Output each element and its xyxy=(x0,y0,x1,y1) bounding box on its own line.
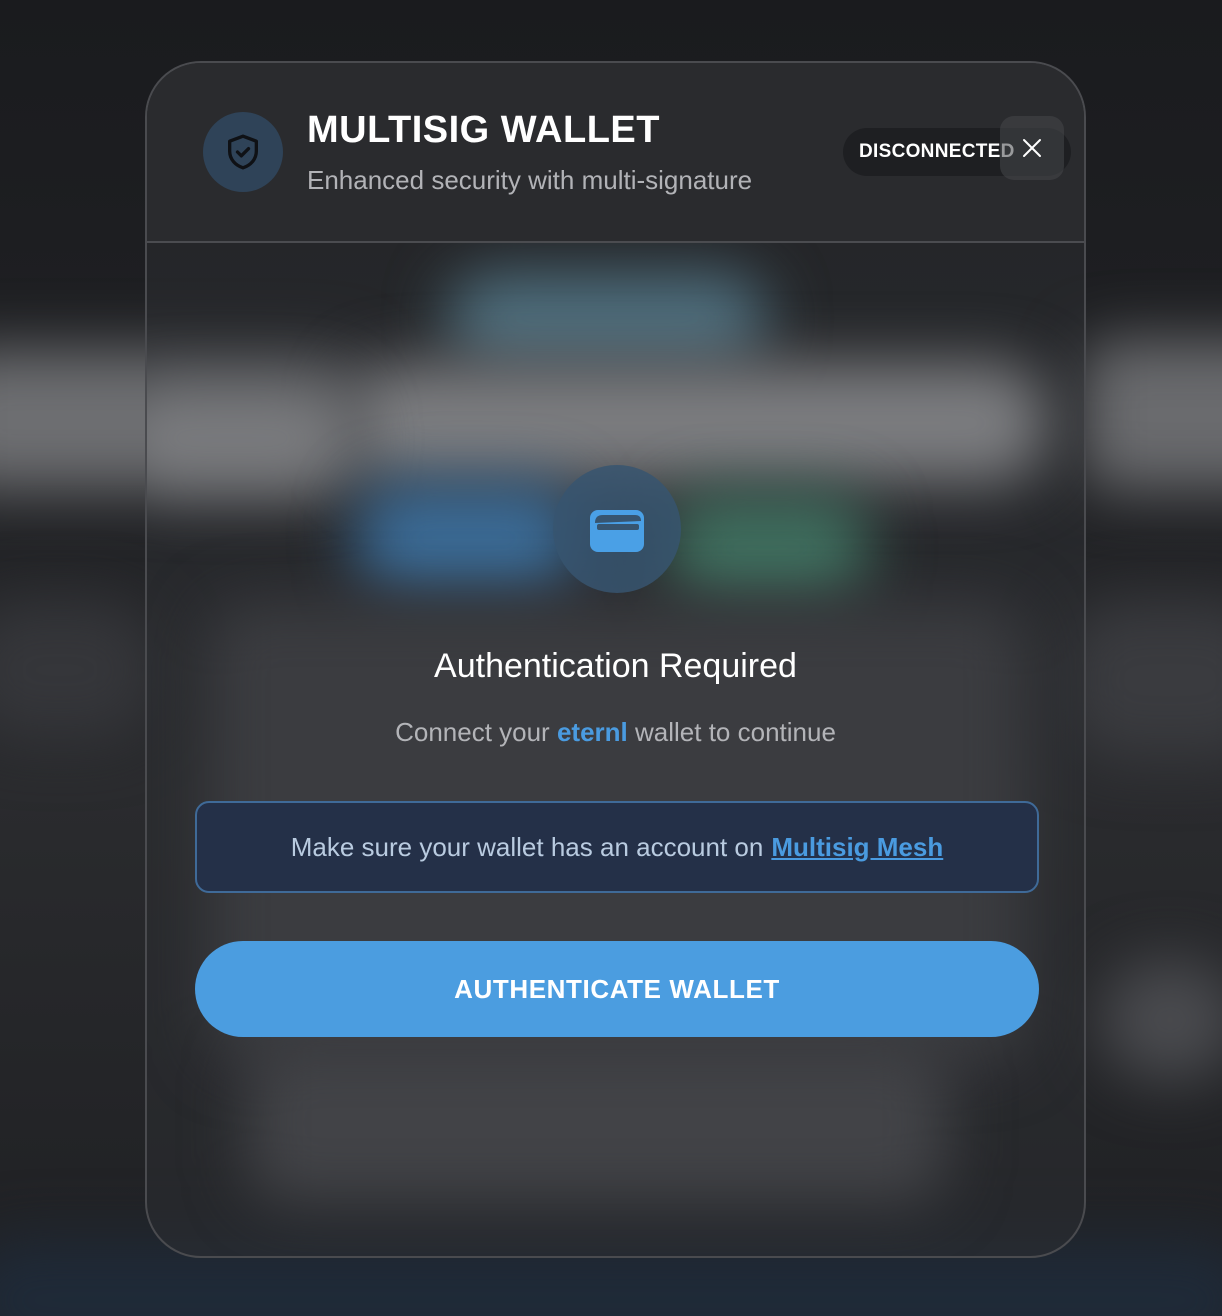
authenticate-wallet-button[interactable]: AUTHENTICATE WALLET xyxy=(195,941,1039,1037)
wallet-icon-badge xyxy=(553,465,681,593)
wallet-name: eternl xyxy=(556,717,628,747)
shield-icon-badge xyxy=(203,112,283,192)
modal-subtitle: Enhanced security with multi-signature xyxy=(307,165,753,195)
auth-subtitle-prefix: Connect your xyxy=(395,717,550,747)
modal-title: MULTISIG WALLET xyxy=(307,109,660,151)
notice-text: Make sure your wallet has an account on xyxy=(290,831,764,862)
account-notice: Make sure your wallet has an account on … xyxy=(195,801,1039,893)
multisig-wallet-modal: MULTISIG WALLET Enhanced security with m… xyxy=(145,61,1086,1258)
shield-check-icon xyxy=(228,134,258,170)
auth-subtitle-suffix: wallet to continue xyxy=(635,717,836,747)
close-icon xyxy=(1023,139,1041,157)
wallet-icon xyxy=(590,510,644,552)
modal-header: MULTISIG WALLET Enhanced security with m… xyxy=(147,63,1084,243)
multisig-mesh-link[interactable]: Multisig Mesh xyxy=(771,832,943,863)
auth-subtitle: Connect your eternl wallet to continue xyxy=(147,717,1084,748)
auth-title: Authentication Required xyxy=(434,647,797,685)
close-button[interactable] xyxy=(1000,116,1064,180)
